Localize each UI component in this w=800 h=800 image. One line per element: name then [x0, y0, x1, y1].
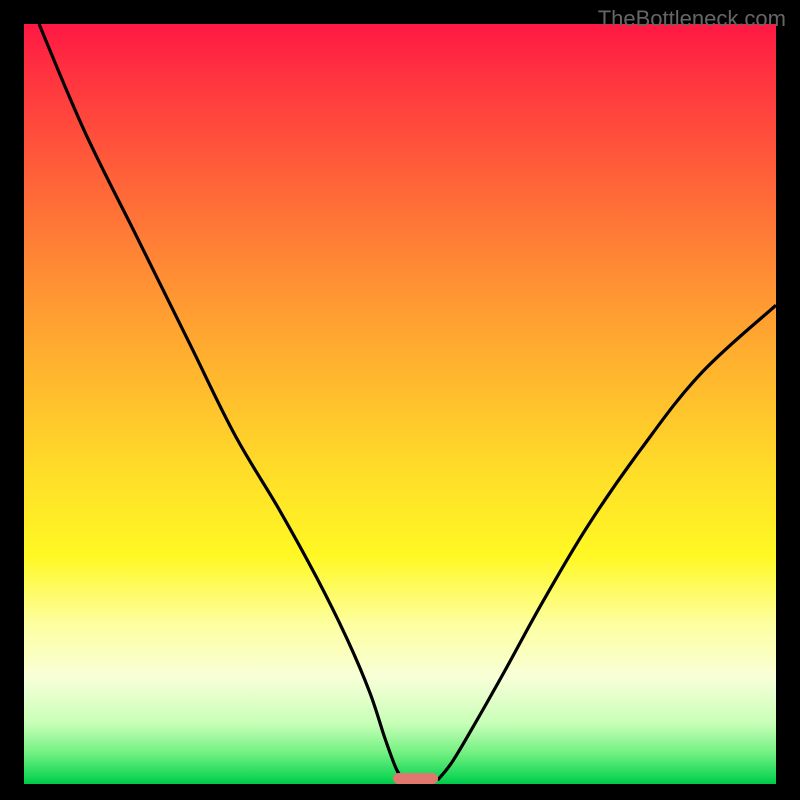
- attribution-text: TheBottleneck.com: [598, 6, 786, 32]
- bottleneck-curve: [24, 24, 776, 784]
- curve-left-branch: [39, 24, 404, 780]
- optimum-marker: [393, 773, 438, 784]
- curve-right-branch: [438, 305, 776, 780]
- plot-area: [24, 24, 776, 784]
